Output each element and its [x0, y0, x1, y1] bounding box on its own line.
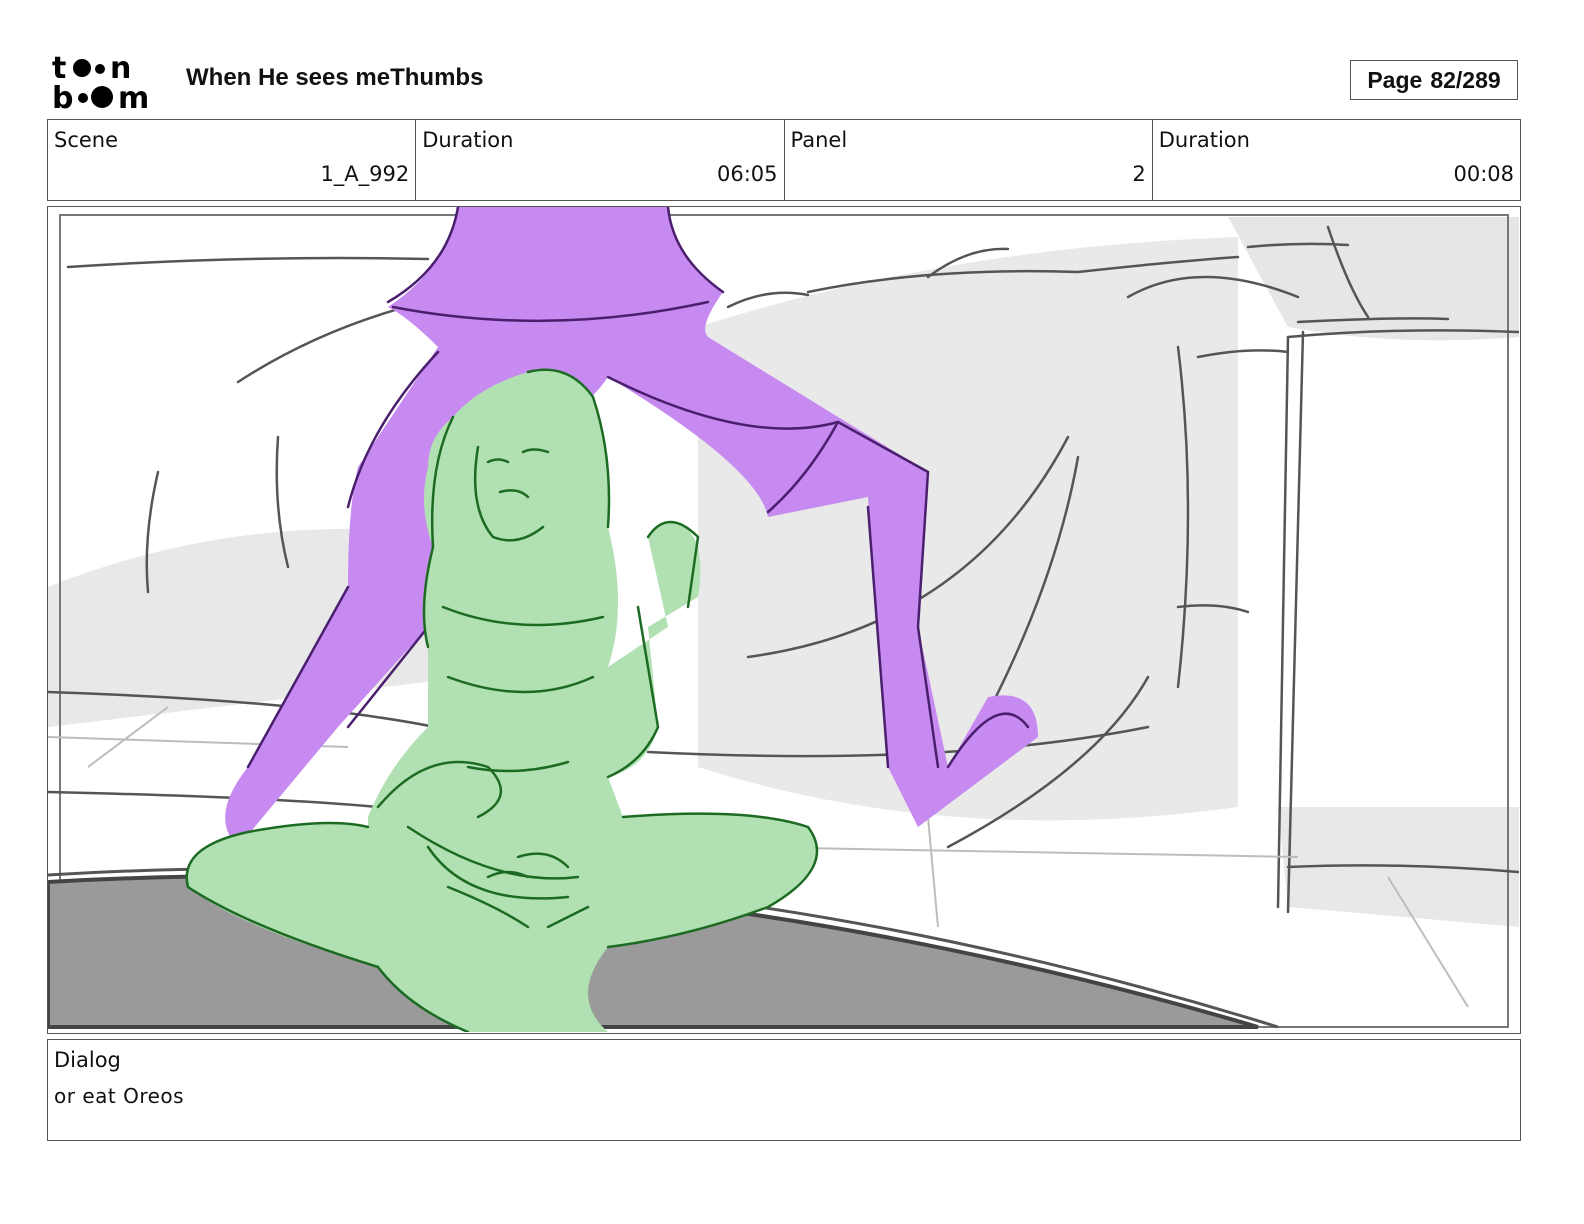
panel-value: 2 — [1132, 162, 1146, 186]
dialog-section: Dialog or eat Oreos — [47, 1039, 1521, 1141]
panel-duration-cell: Duration 00:08 — [1153, 120, 1520, 200]
scene-cell: Scene 1_A_992 — [48, 120, 417, 200]
project-title: When He sees meThumbs — [186, 64, 484, 91]
panel-label: Panel — [790, 128, 848, 152]
scene-info-row: Scene 1_A_992 Duration 06:05 Panel 2 Dur… — [47, 119, 1521, 201]
dialog-label: Dialog — [54, 1048, 121, 1072]
scene-duration-cell: Duration 06:05 — [416, 120, 785, 200]
page-label: Page — [1367, 67, 1423, 93]
svg-text:m: m — [118, 81, 149, 112]
scene-value: 1_A_992 — [320, 162, 410, 186]
toon-boom-logo: t n b m — [52, 51, 149, 112]
storyboard-panel-drawing — [48, 207, 1519, 1032]
page-number: 82/289 — [1430, 67, 1501, 93]
scene-duration-label: Duration — [422, 128, 514, 152]
scene-label: Scene — [54, 128, 119, 152]
page-indicator: Page 82/289 — [1350, 60, 1518, 100]
svg-text:b: b — [52, 81, 73, 112]
storyboard-panel — [47, 206, 1521, 1034]
panel-duration-label: Duration — [1158, 128, 1250, 152]
dialog-text: or eat Oreos — [54, 1084, 185, 1108]
scene-duration-value: 06:05 — [716, 162, 778, 186]
panel-cell: Panel 2 — [785, 120, 1153, 200]
panel-duration-value: 00:08 — [1453, 162, 1514, 186]
